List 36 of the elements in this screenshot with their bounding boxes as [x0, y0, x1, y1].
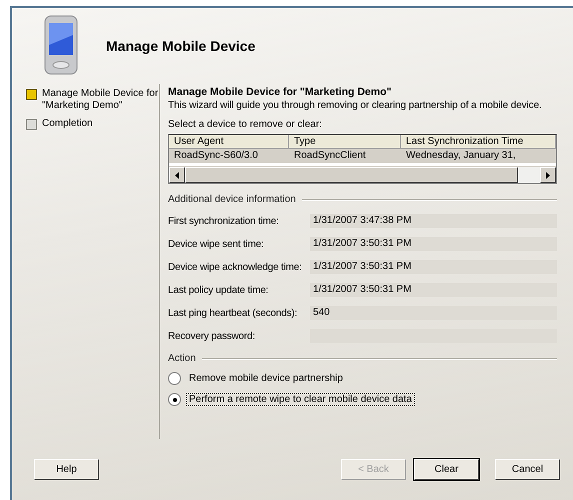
- page-description: This wizard will guide you through removing or clearing partnership of a mobile device.: [168, 100, 542, 111]
- read-only-field: 540: [310, 306, 557, 320]
- wizard-step[interactable]: Completion: [42, 118, 93, 130]
- scrollbar-thumb[interactable]: [185, 167, 518, 183]
- wizard-button[interactable]: Cancel: [495, 458, 560, 480]
- scroll-right-button[interactable]: [540, 167, 556, 183]
- field-label: Device wipe sent time:: [168, 238, 265, 250]
- scroll-left-button[interactable]: [169, 167, 185, 183]
- read-only-field: 1/31/2007 3:50:31 PM: [310, 260, 557, 274]
- wizard-title: Manage Mobile Device: [106, 38, 256, 54]
- device-list[interactable]: User Agent Type Last Synchronization Time RoadSync-S60/3.0 RoadSyncClient Wednesday, January 31,: [168, 134, 557, 184]
- field-label: Recovery password:: [168, 330, 256, 342]
- device-row[interactable]: RoadSync-S60/3.0 RoadSyncClient Wednesday, January 31,: [169, 149, 556, 163]
- read-only-field: 1/31/2007 3:50:31 PM: [310, 283, 557, 297]
- page-heading: Manage Mobile Device for "Marketing Demo": [168, 86, 393, 98]
- column-header[interactable]: Type: [289, 135, 401, 149]
- list-label: Select a device to remove or clear:: [168, 119, 323, 130]
- right-arrow-icon: [546, 172, 550, 178]
- field-label: Last policy update time:: [168, 284, 270, 296]
- field-label: Device wipe acknowledge time:: [168, 262, 303, 272]
- group-title: Additional device information: [168, 194, 296, 205]
- radio-button[interactable]: [168, 372, 181, 385]
- read-only-field: 1/31/2007 3:50:31 PM: [310, 237, 557, 251]
- field-label: First synchronization time:: [168, 216, 280, 226]
- wizard-button[interactable]: Clear: [414, 458, 479, 480]
- radio-label[interactable]: Remove mobile device partnership: [187, 373, 345, 384]
- column-header[interactable]: Last Synchronization Time: [401, 135, 556, 149]
- read-only-field: 1/31/2007 3:47:38 PM: [310, 214, 557, 228]
- left-arrow-icon: [175, 172, 179, 178]
- column-header[interactable]: User Agent: [169, 135, 289, 149]
- group-title: Action: [168, 353, 196, 364]
- field-label: Last ping heartbeat (seconds):: [168, 308, 298, 318]
- wizard-button[interactable]: Help: [34, 458, 99, 480]
- radio-label[interactable]: Perform a remote wipe to clear mobile device data: [187, 394, 414, 405]
- radio-button[interactable]: [168, 393, 181, 406]
- wizard-step[interactable]: Manage Mobile Device for "Marketing Demo": [42, 88, 159, 112]
